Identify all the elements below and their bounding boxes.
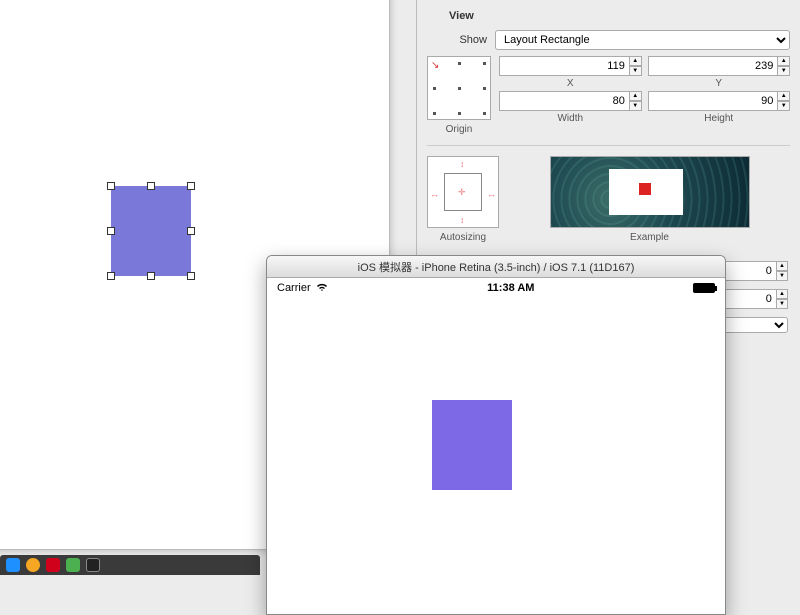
example-view <box>639 183 651 195</box>
resize-handle-mid-right[interactable] <box>187 227 195 235</box>
dock-finder-icon[interactable] <box>6 558 20 572</box>
y-stepper[interactable]: ▲▼ <box>777 56 790 76</box>
resize-handle-bottom-mid[interactable] <box>147 272 155 280</box>
dock-app-icon[interactable] <box>26 558 40 572</box>
width-stepper[interactable]: ▲▼ <box>629 91 642 111</box>
simulator-window[interactable]: iOS 模拟器 - iPhone Retina (3.5-inch) / iOS… <box>266 255 726 615</box>
resize-handle-top-mid[interactable] <box>147 182 155 190</box>
origin-arrow-icon: ↘ <box>431 60 439 71</box>
simulator-titlebar[interactable]: iOS 模拟器 - iPhone Retina (3.5-inch) / iOS… <box>267 256 725 278</box>
battery-icon <box>693 283 715 293</box>
y-label: Y <box>648 78 791 89</box>
stepper-up-icon[interactable]: ▲ <box>776 289 788 299</box>
autosizing-label: Autosizing <box>440 232 486 243</box>
origin-anchor-widget[interactable]: ↘ <box>427 56 491 120</box>
simulator-title: iOS 模拟器 - iPhone Retina (3.5-inch) / iOS… <box>358 259 635 275</box>
autosizing-strut-icon[interactable]: ↔ <box>430 189 439 199</box>
dock-app-icon[interactable] <box>46 558 60 572</box>
simulator-statusbar: Carrier 11:38 AM <box>267 278 725 298</box>
resize-handle-bottom-right[interactable] <box>187 272 195 280</box>
stepper-down-icon[interactable]: ▼ <box>776 271 788 281</box>
y-field[interactable] <box>648 56 778 76</box>
simulator-view-square <box>432 400 512 490</box>
stepper-down-icon[interactable]: ▼ <box>776 299 788 309</box>
autosizing-widget[interactable]: ↕ ↕ ↔ ↔ ✛ <box>427 156 499 228</box>
ib-selected-view[interactable] <box>111 186 191 276</box>
wifi-icon <box>315 282 329 295</box>
statusbar-time: 11:38 AM <box>487 282 534 294</box>
autosizing-example <box>550 156 750 228</box>
show-label: Show <box>427 34 487 46</box>
carrier-label: Carrier <box>277 282 311 294</box>
divider <box>427 145 790 146</box>
resize-handle-bottom-left[interactable] <box>107 272 115 280</box>
example-label: Example <box>630 232 669 243</box>
dock-terminal-icon[interactable] <box>86 558 100 572</box>
inspector-section-title: View <box>449 10 790 22</box>
x-label: X <box>499 78 642 89</box>
resize-handle-top-right[interactable] <box>187 182 195 190</box>
autosizing-strut-icon[interactable]: ↕ <box>460 159 465 169</box>
width-label: Width <box>499 113 642 124</box>
height-field[interactable] <box>648 91 778 111</box>
height-label: Height <box>648 113 791 124</box>
stepper-down-icon[interactable]: ▼ <box>629 101 642 111</box>
stepper-up-icon[interactable]: ▲ <box>777 91 790 101</box>
x-stepper[interactable]: ▲▼ <box>629 56 642 76</box>
dock <box>0 555 260 575</box>
stepper-up-icon[interactable]: ▲ <box>629 56 642 66</box>
stepper-up-icon[interactable]: ▲ <box>776 261 788 271</box>
width-field[interactable] <box>499 91 629 111</box>
stepper-down-icon[interactable]: ▼ <box>777 66 790 76</box>
dock-app-icon[interactable] <box>66 558 80 572</box>
show-dropdown[interactable]: Layout Rectangle <box>495 30 790 50</box>
origin-label: Origin <box>427 124 491 135</box>
extra-stepper-1[interactable]: ▲▼ <box>776 261 788 281</box>
stepper-up-icon[interactable]: ▲ <box>629 91 642 101</box>
stepper-up-icon[interactable]: ▲ <box>777 56 790 66</box>
resize-handle-mid-left[interactable] <box>107 227 115 235</box>
extra-stepper-2[interactable]: ▲▼ <box>776 289 788 309</box>
stepper-down-icon[interactable]: ▼ <box>777 101 790 111</box>
simulator-content <box>267 298 725 614</box>
x-field[interactable] <box>499 56 629 76</box>
height-stepper[interactable]: ▲▼ <box>777 91 790 111</box>
autosizing-strut-icon[interactable]: ↕ <box>460 215 465 225</box>
stepper-down-icon[interactable]: ▼ <box>629 66 642 76</box>
autosizing-spring-icon[interactable]: ✛ <box>458 187 466 198</box>
resize-handle-top-left[interactable] <box>107 182 115 190</box>
autosizing-strut-icon[interactable]: ↔ <box>487 189 496 199</box>
